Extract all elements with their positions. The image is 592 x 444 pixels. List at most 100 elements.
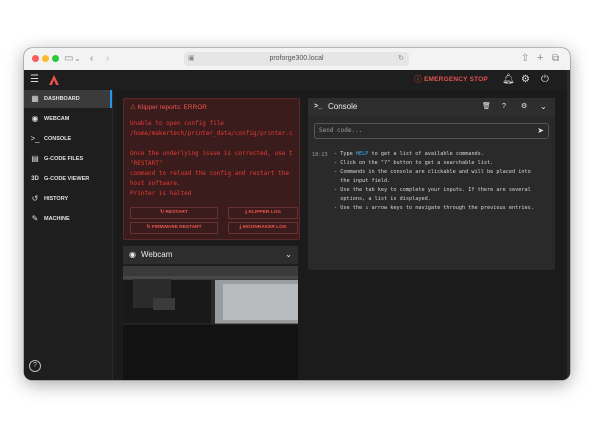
error-title: ⚠ Klipper reports: ERROR bbox=[130, 103, 207, 113]
console-header: >_ Console 🗑︎ ? ⚙ ⌄ bbox=[308, 98, 555, 116]
sidebar-item-label: MACHINE bbox=[44, 216, 70, 222]
help-icon[interactable]: ? bbox=[502, 98, 506, 116]
log-line: - Click on the "?" button to get a searc… bbox=[334, 160, 494, 166]
log-timestamp: 18:23 bbox=[312, 152, 328, 158]
log-text: to get a list of available commands. bbox=[368, 151, 484, 157]
sidebar-item-console[interactable]: >_ CONSOLE bbox=[24, 130, 112, 148]
console-title: Console bbox=[328, 102, 358, 111]
send-icon[interactable]: ➤ bbox=[537, 125, 544, 137]
error-line: Once the underlying issue is corrected, … bbox=[130, 150, 293, 157]
back-icon[interactable]: ‹ bbox=[90, 52, 93, 66]
sidebar-item-label: WEBCAM bbox=[44, 116, 70, 122]
sidebar-toggle-icon[interactable]: ▭ bbox=[64, 52, 73, 66]
error-message: Unable to open config file/home/makertec… bbox=[130, 119, 299, 199]
restart-icon: ↻ bbox=[160, 210, 165, 215]
klipper-log-button-label: KLIPPER LOG bbox=[248, 210, 281, 215]
alert-circle-icon: ⓘ bbox=[414, 75, 422, 84]
webcam-feed bbox=[123, 266, 298, 380]
minimize-window-button[interactable] bbox=[42, 55, 49, 62]
webcam-title: Webcam bbox=[141, 250, 173, 259]
klipper-error-card: ⚠ Klipper reports: ERROR Unable to open … bbox=[123, 98, 300, 240]
log-line: the input field. bbox=[334, 178, 391, 184]
log-text: - Type bbox=[334, 151, 356, 157]
download-icon: ⤓ bbox=[239, 225, 242, 230]
console-input[interactable] bbox=[319, 125, 519, 136]
log-line: - Commands in the console are clickable … bbox=[334, 169, 531, 175]
klipper-log-button[interactable]: ⤓ KLIPPER LOG bbox=[228, 207, 298, 219]
error-line bbox=[130, 139, 299, 149]
moonraker-log-button-label: MOONRAKER LOG bbox=[242, 225, 287, 230]
settings-icon[interactable]: ⚙ bbox=[521, 70, 530, 90]
error-line: Printer is halted bbox=[130, 190, 192, 197]
settings-icon[interactable]: ⚙ bbox=[521, 98, 527, 116]
sidebar-item-label: G-CODE FILES bbox=[44, 156, 84, 162]
error-line: "RESTART" bbox=[130, 160, 163, 167]
sidebar-item-gcode-viewer[interactable]: 3D G-CODE VIEWER bbox=[24, 170, 112, 188]
bell-icon[interactable]: 🔔︎ bbox=[502, 70, 515, 90]
console-icon: >_ bbox=[314, 103, 322, 110]
sidebar-item-machine[interactable]: ✎ MACHINE bbox=[24, 210, 112, 228]
console-icon: >_ bbox=[30, 134, 40, 143]
tab-overview-icon[interactable]: ⧉ bbox=[552, 52, 559, 66]
webcam-image bbox=[123, 266, 298, 380]
restart-button[interactable]: ↻ RESTART bbox=[130, 207, 218, 219]
error-line: host software. bbox=[130, 180, 181, 187]
help-icon[interactable]: ? bbox=[29, 360, 41, 372]
warning-icon: ⚠ bbox=[130, 104, 136, 111]
firmware-restart-button[interactable]: ↻ FIRMWARE RESTART bbox=[130, 222, 218, 234]
error-title-text: Klipper reports: ERROR bbox=[137, 104, 207, 111]
dashboard-icon: ▦ bbox=[31, 94, 39, 103]
page-scrollbar[interactable] bbox=[567, 70, 570, 380]
zoom-window-button[interactable] bbox=[52, 55, 59, 62]
sidebar-item-webcam[interactable]: ◉ WEBCAM bbox=[24, 110, 112, 128]
app-bar: ☰ ⓘ EMERGENCY STOP 🔔︎ ⚙ ⏻ bbox=[24, 70, 570, 90]
console-panel: >_ Console 🗑︎ ? ⚙ ⌄ ➤ 18:23 - Type HELP … bbox=[308, 98, 555, 270]
moonraker-log-button[interactable]: ⤓ MOONRAKER LOG bbox=[228, 222, 298, 234]
forward-icon[interactable]: › bbox=[106, 52, 109, 66]
sidebar-item-label: G-CODE VIEWER bbox=[44, 176, 90, 182]
log-line: - Use the tab key to complete your input… bbox=[334, 187, 531, 193]
log-line: - Use the ⇕ arrow keys to navigate throu… bbox=[334, 205, 534, 211]
webcam-icon: ◉ bbox=[31, 114, 39, 123]
3d-icon: 3D bbox=[31, 176, 39, 182]
sidebar-item-history[interactable]: ↺ HISTORY bbox=[24, 190, 112, 208]
sidebar-item-label: HISTORY bbox=[44, 196, 69, 202]
sidebar-item-label: CONSOLE bbox=[44, 136, 72, 142]
console-input-field[interactable]: ➤ bbox=[314, 123, 549, 139]
firmware-restart-button-label: FIRMWARE RESTART bbox=[151, 225, 202, 230]
address-bar[interactable]: ▣ proforge300.local ↻ bbox=[184, 52, 409, 66]
webcam-header: ◉ Webcam ⌄ bbox=[123, 246, 298, 264]
close-window-button[interactable] bbox=[32, 55, 39, 62]
history-icon: ↺ bbox=[31, 194, 39, 203]
help-command-link[interactable]: HELP bbox=[356, 151, 369, 157]
browser-toolbar: ▭ ⌄ ‹ › ▣ proforge300.local ↻ ⇧ + ⧉ bbox=[24, 48, 570, 71]
chevron-down-icon[interactable]: ⌄ bbox=[285, 246, 292, 264]
chevron-down-icon[interactable]: ⌄ bbox=[540, 98, 547, 116]
new-tab-icon[interactable]: + bbox=[537, 51, 543, 65]
url-text: proforge300.local bbox=[269, 55, 324, 62]
error-line: /home/makertech/printer_data/config/prin… bbox=[130, 130, 293, 137]
reload-icon[interactable]: ↻ bbox=[398, 52, 404, 66]
wrench-icon: ✎ bbox=[31, 214, 39, 223]
dashboard-main: ⚠ Klipper reports: ERROR Unable to open … bbox=[113, 90, 570, 380]
power-icon[interactable]: ⏻ bbox=[541, 70, 549, 90]
error-line: Unable to open config file bbox=[130, 120, 224, 127]
trash-icon[interactable]: 🗑︎ bbox=[482, 98, 491, 116]
error-line: command to reload the config and restart… bbox=[130, 170, 289, 177]
log-line: options, a list is displayed. bbox=[334, 196, 431, 202]
restart-icon: ↻ bbox=[146, 225, 151, 230]
chevron-down-icon[interactable]: ⌄ bbox=[74, 52, 81, 66]
log-line: - Type HELP to get a list of available c… bbox=[334, 151, 484, 158]
sidebar-item-label: DASHBOARD bbox=[44, 96, 80, 102]
share-icon[interactable]: ⇧ bbox=[521, 52, 529, 66]
download-icon: ⤓ bbox=[245, 210, 248, 215]
webcam-panel: ◉ Webcam ⌄ bbox=[123, 246, 298, 380]
files-icon: ▤ bbox=[31, 154, 39, 163]
browser-window: ▭ ⌄ ‹ › ▣ proforge300.local ↻ ⇧ + ⧉ ☰ ⓘ … bbox=[24, 48, 570, 380]
sidebar-item-gcode-files[interactable]: ▤ G-CODE FILES bbox=[24, 150, 112, 168]
sidebar: ▦ DASHBOARD ◉ WEBCAM >_ CONSOLE ▤ G-CODE… bbox=[24, 90, 113, 380]
emergency-stop-button[interactable]: EMERGENCY STOP bbox=[424, 70, 488, 90]
restart-button-label: RESTART bbox=[165, 210, 188, 215]
sidebar-item-dashboard[interactable]: ▦ DASHBOARD bbox=[24, 90, 112, 108]
menu-icon[interactable]: ☰ bbox=[30, 70, 39, 90]
